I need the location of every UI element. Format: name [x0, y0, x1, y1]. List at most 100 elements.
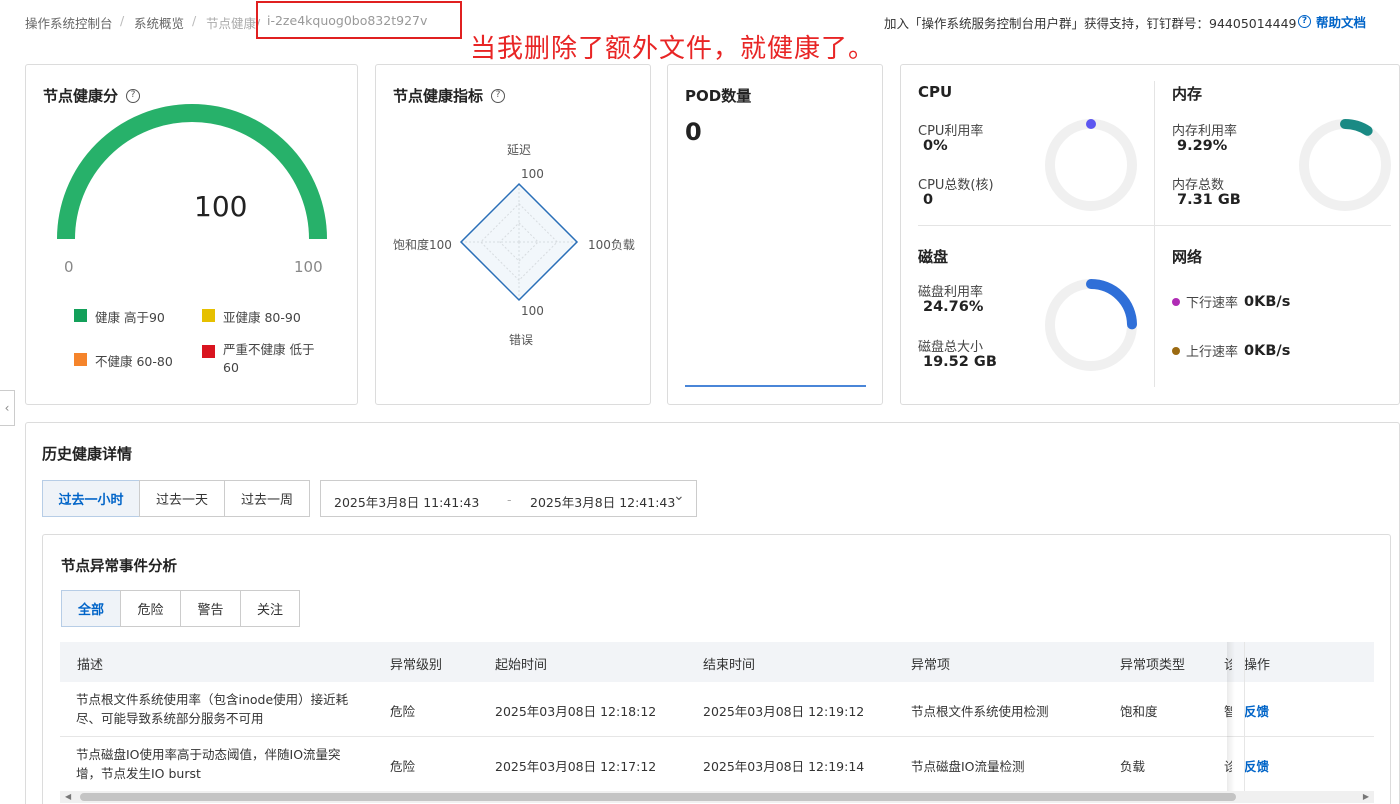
- range-tab-1h[interactable]: 过去一小时: [42, 480, 140, 517]
- pod-count-value: 0: [685, 118, 702, 146]
- disk-total-value: 19.52 GB: [923, 354, 997, 370]
- col-description: 描述: [77, 658, 104, 673]
- history-title: 历史健康详情: [42, 445, 133, 463]
- row-anomaly-type: 饱和度: [1120, 704, 1158, 719]
- annotation-highlight-box: [256, 1, 462, 39]
- col-start-time: 起始时间: [495, 658, 548, 673]
- breadcrumb-node-health[interactable]: 节点健康/: [206, 13, 260, 32]
- help-docs-link[interactable]: ? 帮助文档: [1298, 12, 1366, 31]
- table-row: 节点磁盘IO使用率高于动态阈值，伴随IO流量突增，节点发生IO burst 危险…: [60, 737, 1374, 792]
- row-description: 节点磁盘IO使用率高于动态阈值，伴随IO流量突增，节点发生IO burst: [76, 747, 341, 781]
- cpu-total-label: CPU总数(核): [918, 178, 994, 193]
- resource-usage-card: CPU CPU利用率 0% CPU总数(核) 0 内存 内存利用率 9.29% …: [900, 64, 1400, 405]
- radar-value-label-left: 饱和度100: [393, 238, 452, 252]
- breadcrumb-console[interactable]: 操作系统控制台: [25, 13, 113, 32]
- events-table-header: 描述 异常级别 起始时间 结束时间 异常项 异常项类型 诊 操作: [60, 642, 1374, 682]
- events-title: 节点异常事件分析: [61, 559, 177, 575]
- row-level: 危险: [390, 759, 416, 774]
- disk-usage-label: 磁盘利用率: [918, 285, 984, 300]
- row-anomaly-item: 节点磁盘IO流量检测: [911, 759, 1025, 774]
- question-circle-icon: ?: [1298, 15, 1311, 28]
- breadcrumb-overview[interactable]: 系统概览: [134, 13, 184, 32]
- date-start[interactable]: 2025年3月8日 11:41:43: [334, 492, 479, 511]
- health-metrics-card: 节点健康指标 ? 延迟 错误 100 100负载 100 饱和度100: [375, 64, 651, 405]
- legend-swatch: [74, 309, 87, 322]
- gauge-fill: [57, 104, 327, 240]
- top-bar: 操作系统控制台 / 系统概览 / 节点健康/ i-2ze4kquog0bo832…: [0, 0, 1400, 64]
- col-anomaly-item: 异常项: [911, 658, 951, 673]
- chevron-down-icon[interactable]: ⌄: [673, 488, 685, 504]
- table-horizontal-scrollbar[interactable]: ◀ ▶: [60, 791, 1374, 803]
- memory-usage-value: 9.29%: [1177, 138, 1228, 154]
- col-end-time: 结束时间: [703, 658, 756, 673]
- events-panel: 节点异常事件分析 全部 危险 警告 关注 描述 异常级别 起始时间 结束时间 异…: [42, 534, 1391, 804]
- memory-usage-label: 内存利用率: [1172, 124, 1238, 139]
- radar-value-label-top: 100: [521, 167, 544, 181]
- col-level: 异常级别: [390, 658, 443, 673]
- ring-fill: [1086, 279, 1137, 330]
- network-upload-row: 上行速率 0KB/s: [1172, 341, 1290, 360]
- scroll-left-icon[interactable]: ◀: [65, 791, 71, 803]
- support-group-text: 加入「操作系统服务控制台用户群」获得支持，钉钉群号：94405014449: [884, 16, 1297, 31]
- table-row: 节点根文件系统使用率（包含inode使用）接近耗尽、可能导致系统部分服务不可用 …: [60, 682, 1374, 737]
- row-anomaly-type: 负载: [1120, 759, 1146, 774]
- pod-trend-line: [685, 385, 866, 387]
- gauge-max-label: 100: [294, 258, 323, 276]
- radar-axis-label-error: 错误: [509, 333, 534, 347]
- fixed-column-divider: [1244, 642, 1245, 794]
- date-range-separator: -: [507, 492, 512, 507]
- cpu-usage-ring: [1045, 119, 1137, 211]
- fixed-column-shadow: [1227, 642, 1235, 794]
- disk-usage-value: 24.76%: [923, 299, 984, 315]
- event-tab-warning[interactable]: 警告: [180, 590, 241, 627]
- radar-value-label-bottom: 100: [521, 304, 544, 318]
- date-end[interactable]: 2025年3月8日 12:41:43: [530, 492, 675, 511]
- event-tab-danger[interactable]: 危险: [120, 590, 181, 627]
- row-end-time: 2025年03月08日 12:19:12: [703, 704, 865, 719]
- help-docs-label: 帮助文档: [1316, 15, 1367, 30]
- pod-count-card: POD数量 0: [667, 64, 883, 405]
- legend-critical: 严重不健康 低于60: [202, 341, 330, 377]
- event-tab-attention[interactable]: 关注: [240, 590, 300, 627]
- cpu-total-value: 0: [923, 192, 934, 208]
- scroll-right-icon[interactable]: ▶: [1363, 791, 1369, 803]
- breadcrumb-separator: /: [192, 13, 197, 28]
- upload-label: 上行速率: [1186, 345, 1239, 360]
- range-tab-1d[interactable]: 过去一天: [139, 480, 225, 517]
- annotation-text: 当我删除了额外文件，就健康了。: [470, 34, 876, 64]
- network-title: 网络: [1172, 248, 1203, 266]
- radar-axis-label-latency: 延迟: [507, 143, 532, 157]
- cpu-usage-value: 0%: [923, 138, 948, 154]
- col-anomaly-type: 异常项类型: [1120, 658, 1186, 673]
- event-tab-all[interactable]: 全部: [61, 590, 121, 627]
- gauge-track: [57, 104, 327, 240]
- download-value: 0KB/s: [1244, 293, 1291, 310]
- legend-subhealthy: 亚健康 80-90: [202, 307, 301, 326]
- legend-swatch: [202, 345, 215, 358]
- row-start-time: 2025年03月08日 12:18:12: [495, 704, 657, 719]
- row-description: 节点根文件系统使用率（包含inode使用）接近耗尽、可能导致系统部分服务不可用: [76, 692, 349, 726]
- row-end-time: 2025年03月08日 12:19:14: [703, 759, 865, 774]
- legend-label: 严重不健康 低于60: [223, 342, 315, 375]
- scrollbar-thumb[interactable]: [80, 793, 1236, 801]
- health-score-value: 100: [194, 190, 248, 223]
- legend-swatch: [202, 309, 215, 322]
- upload-dot: [1172, 346, 1180, 355]
- date-range-picker[interactable]: 2025年3月8日 11:41:43 - 2025年3月8日 12:41:43 …: [320, 480, 697, 517]
- feedback-link[interactable]: 反馈: [1244, 756, 1269, 775]
- row-level: 危险: [390, 704, 416, 719]
- collapse-sidebar-handle[interactable]: ‹: [0, 390, 15, 426]
- health-score-card: 节点健康分 ? 100 0 100 健康 高于90 亚健康 80-90 不健康 …: [25, 64, 358, 405]
- col-action: 操作: [1244, 658, 1271, 673]
- pod-title: POD数量: [685, 87, 752, 105]
- radar-value-label-right: 100负载: [588, 238, 635, 252]
- download-dot: [1172, 297, 1180, 306]
- feedback-link[interactable]: 反馈: [1244, 701, 1269, 720]
- download-label: 下行速率: [1186, 296, 1239, 311]
- divider-vertical: [1154, 81, 1155, 387]
- ring-track: [1299, 119, 1391, 211]
- row-anomaly-item: 节点根文件系统使用检测: [911, 704, 1049, 719]
- cpu-title: CPU: [918, 83, 953, 101]
- legend-label: 不健康 60-80: [95, 354, 173, 369]
- range-tab-1w[interactable]: 过去一周: [224, 480, 310, 517]
